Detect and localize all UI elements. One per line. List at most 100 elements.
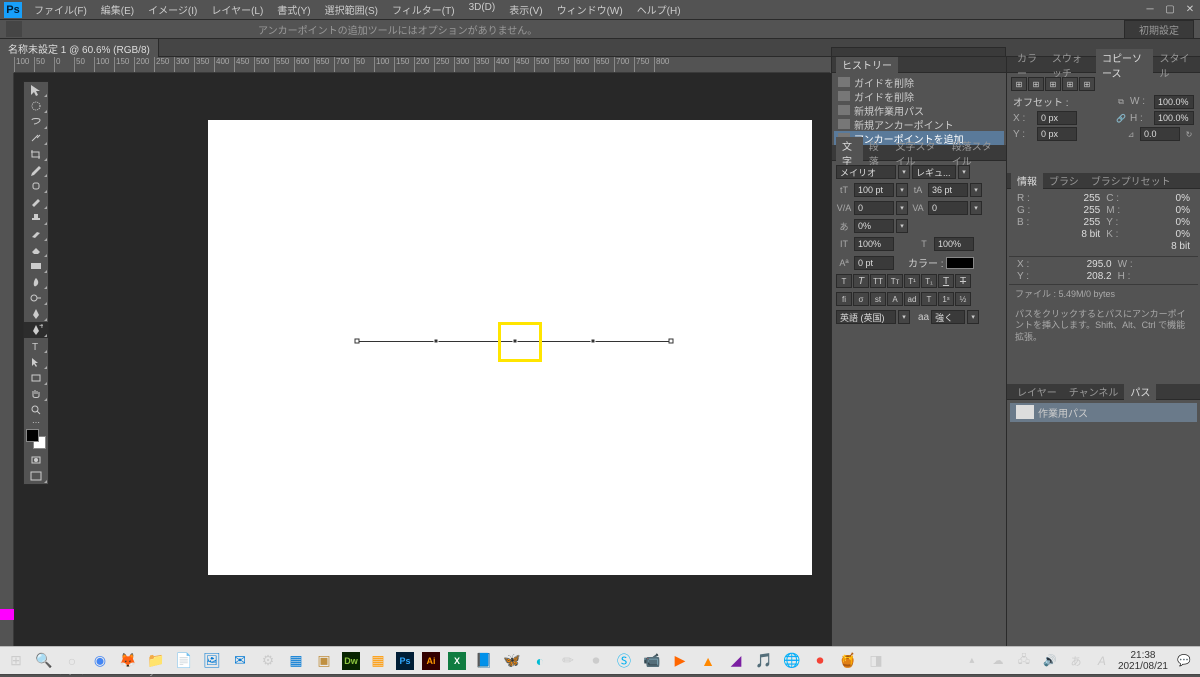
excel-icon[interactable]: X [448,652,466,670]
tab-swatch[interactable]: スウォッチ [1046,49,1096,81]
zoom-icon[interactable]: 📹 [642,651,662,671]
menu-layer[interactable]: レイヤー(L) [205,0,269,19]
menu-window[interactable]: ウィンドウ(W) [551,0,629,19]
add-anchor-tool[interactable]: + [24,322,48,338]
tab-charstyle[interactable]: 文字スタイル [890,137,946,169]
start-button[interactable]: ⊞ [6,651,26,671]
obs-icon[interactable]: ⏺ [586,651,606,671]
clone-src-3[interactable]: ⊞ [1045,77,1061,91]
app-icon[interactable]: ▣ [314,651,334,671]
font-style[interactable] [912,165,956,179]
anchor-point[interactable] [513,339,518,344]
tab-parastyle[interactable]: 段落スタイル [946,137,1002,169]
explorer-icon[interactable]: 📁 [146,651,166,671]
tab-brushpreset[interactable]: ブラシプリセット [1085,172,1177,189]
healing-tool[interactable] [24,178,48,194]
taskbar-clock[interactable]: 21:38 2021/08/21 [1118,650,1168,672]
dropdown-icon[interactable]: ▾ [967,310,979,324]
link-icon[interactable]: 🔗 [1116,114,1126,123]
close-button[interactable]: ✕ [1180,2,1200,18]
app-icon[interactable]: 🌐 [782,651,802,671]
dropdown-icon[interactable]: ▾ [896,219,908,233]
y-field[interactable] [1037,127,1077,141]
tab-para[interactable]: 段落 [863,137,890,169]
illustrator-icon[interactable]: Ai [422,652,440,670]
tab-history[interactable]: ヒストリー [836,56,898,73]
sublime-icon[interactable]: ▦ [368,651,388,671]
ot-fi[interactable]: fi [836,292,852,306]
anchor-point[interactable] [669,339,674,344]
tray-up-icon[interactable]: ▴ [962,651,982,671]
leading[interactable] [928,183,968,197]
tab-style[interactable]: スタイル [1153,49,1196,81]
subscript-button[interactable]: T₁ [921,274,937,288]
tool-preset-icon[interactable] [6,21,22,37]
photoshop-icon[interactable]: Ps [396,652,414,670]
record-icon[interactable]: ⏺ [810,651,830,671]
ot-ad[interactable]: ad [904,292,920,306]
ot-1st[interactable]: 1ˢ [938,292,954,306]
pen-tool[interactable] [24,306,48,322]
italic-button[interactable]: T [853,274,869,288]
dropdown-icon[interactable]: ▾ [958,165,970,179]
app-icon[interactable]: ✏ [558,651,578,671]
reset-icon[interactable]: ↻ [1184,130,1194,139]
stamp-tool[interactable] [24,210,48,226]
dropdown-icon[interactable]: ▾ [898,165,910,179]
eyedropper-tool[interactable] [24,162,48,178]
color-swatches[interactable] [26,429,46,449]
v-scale[interactable] [854,237,894,251]
edit-toolbar[interactable]: ⋯ [24,418,48,426]
ruler-vertical[interactable] [0,73,14,675]
tab-layers[interactable]: レイヤー [1011,383,1063,400]
move-tool[interactable] [24,82,48,98]
network-icon[interactable]: 🖧 [1014,651,1034,671]
history-item[interactable]: ガイドを削除 [834,89,1004,103]
dropdown-icon[interactable]: ▾ [898,310,910,324]
ruler-horizontal[interactable]: 100 50 0 50 100 150 200 250 300 350 400 … [14,57,830,73]
photos-icon[interactable]: 🖼 [202,651,222,671]
app-icon[interactable]: ▶ [670,651,690,671]
history-item[interactable]: 新規作業用パス [834,103,1004,117]
tab-color[interactable]: カラー [1011,49,1046,81]
menu-type[interactable]: 書式(Y) [271,0,316,19]
menu-edit[interactable]: 編集(E) [95,0,140,19]
skype-icon[interactable]: Ⓢ [614,651,634,671]
dreamweaver-icon[interactable]: Dw [342,652,360,670]
marquee-tool[interactable] [24,98,48,114]
history-item[interactable]: 新規アンカーポイント [834,117,1004,131]
ime-a-icon[interactable]: A [1092,651,1112,671]
crop-tool[interactable] [24,146,48,162]
app-icon[interactable]: ◐ [530,651,550,671]
settings-icon[interactable]: ⚙ [258,651,278,671]
notification-icon[interactable]: 💬 [1174,651,1194,671]
tab-channels[interactable]: チャンネル [1063,383,1125,400]
search-icon[interactable]: 🔍 [34,651,54,671]
ot-A[interactable]: A [887,292,903,306]
anchor-point[interactable] [591,339,596,344]
link-icon[interactable]: ⧉ [1116,97,1126,107]
path-item[interactable]: 作業用パス [1010,403,1197,422]
dropdown-icon[interactable]: ▾ [970,201,982,215]
app-icon[interactable]: ◢ [726,651,746,671]
ot-frac[interactable]: ½ [955,292,971,306]
volume-icon[interactable]: 🔊 [1040,651,1060,671]
maximize-button[interactable]: ▢ [1160,2,1180,18]
document-canvas[interactable] [208,120,812,575]
clone-src-4[interactable]: ⊞ [1062,77,1078,91]
x-field[interactable] [1037,111,1077,125]
lasso-tool[interactable] [24,114,48,130]
clone-src-2[interactable]: ⊞ [1028,77,1044,91]
anchor-point[interactable] [434,339,439,344]
history-item[interactable]: ガイドを削除 [834,75,1004,89]
antialias[interactable] [931,310,965,324]
menu-help[interactable]: ヘルプ(H) [631,0,687,19]
chrome-icon[interactable]: ◉ [90,651,110,671]
menu-image[interactable]: イメージ(I) [142,0,203,19]
text-color-swatch[interactable] [946,257,974,269]
dropdown-icon[interactable]: ▾ [896,201,908,215]
path-select-tool[interactable] [24,354,48,370]
baseline-shift[interactable] [854,256,894,270]
menu-view[interactable]: 表示(V) [503,0,548,19]
h-scale[interactable] [934,237,974,251]
